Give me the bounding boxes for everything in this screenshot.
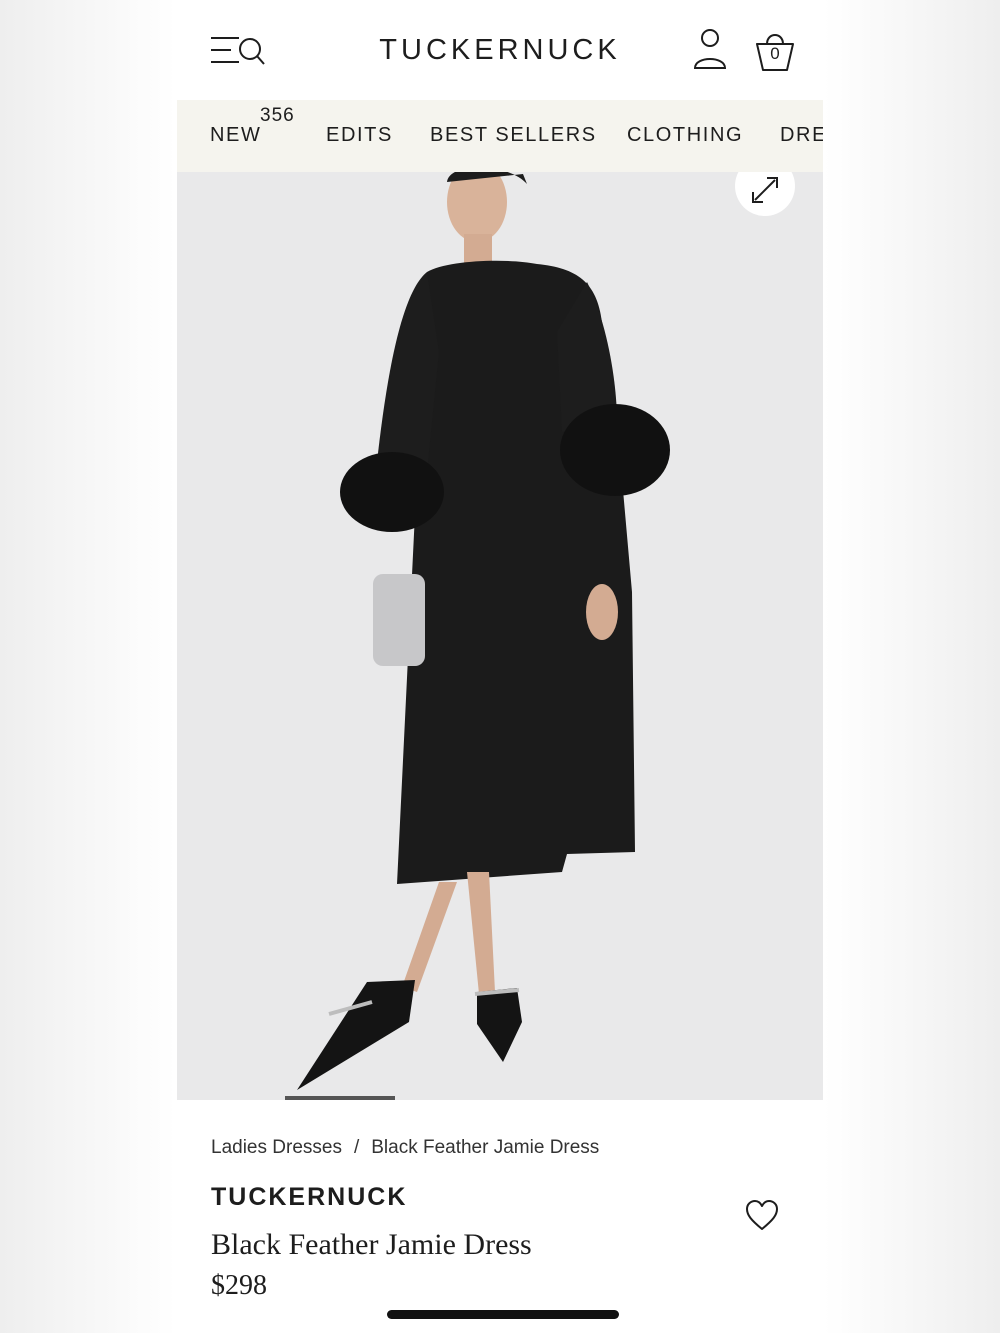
product-page: TUCKERNUCK 0 NEW 356 EDITS BEST SELLERS xyxy=(177,0,823,1333)
product-brand[interactable]: TUCKERNUCK xyxy=(211,1183,407,1212)
nav-new-count-badge: 356 xyxy=(260,105,295,126)
nav-item-label: NEW xyxy=(210,124,262,146)
image-slide-indicator xyxy=(285,1096,395,1100)
bag-count-badge: 0 xyxy=(770,44,780,63)
product-image[interactable] xyxy=(177,172,823,1100)
nav-item-best-sellers[interactable]: BEST SELLERS xyxy=(430,124,597,147)
heart-icon[interactable] xyxy=(745,1200,779,1232)
nav-item-label: CLOTHING xyxy=(627,124,744,146)
breadcrumb-item-ladies-dresses[interactable]: Ladies Dresses xyxy=(211,1137,342,1158)
nav-item-label: DRE xyxy=(780,124,823,146)
product-price: $298 xyxy=(211,1270,267,1301)
category-nav: NEW 356 EDITS BEST SELLERS CLOTHING DRE xyxy=(177,100,823,172)
breadcrumb-separator: / xyxy=(353,1137,360,1158)
nav-item-clothing[interactable]: CLOTHING xyxy=(627,124,743,147)
nav-item-dresses[interactable]: DRE xyxy=(780,124,823,147)
shopping-bag-icon[interactable]: 0 xyxy=(753,28,797,74)
site-header: TUCKERNUCK 0 xyxy=(177,0,823,100)
nav-item-label: EDITS xyxy=(326,124,393,146)
nav-item-label: BEST SELLERS xyxy=(430,124,597,146)
breadcrumb: Ladies Dresses / Black Feather Jamie Dress xyxy=(211,1137,599,1159)
expand-icon xyxy=(752,177,778,203)
expand-image-button[interactable] xyxy=(735,172,795,216)
breadcrumb-item-current[interactable]: Black Feather Jamie Dress xyxy=(371,1137,599,1158)
user-icon[interactable] xyxy=(691,28,729,72)
product-title: Black Feather Jamie Dress xyxy=(211,1228,532,1261)
nav-item-edits[interactable]: EDITS xyxy=(326,124,393,147)
home-indicator xyxy=(387,1310,619,1319)
model-illustration xyxy=(297,172,670,1090)
nav-item-new[interactable]: NEW xyxy=(210,124,261,147)
